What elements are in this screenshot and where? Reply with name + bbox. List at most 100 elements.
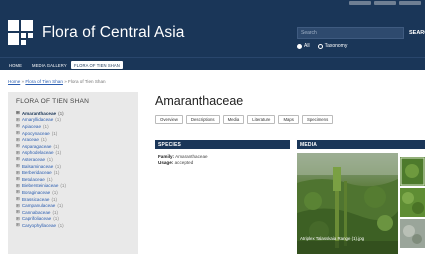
content-tabs: Overview Descriptions Media Literature M… [155,115,334,124]
top-link[interactable] [349,1,371,5]
family-name: Brassicaceae [21,196,50,202]
expand-icon[interactable]: ⊞ [16,137,20,143]
family-name: Apiaceae [21,123,42,129]
usage-row: Usage: accepted [155,160,290,165]
breadcrumb: Home » Flora of Tien Shan » Flora of Tie… [8,79,106,84]
family-name: Asparagaceae [21,143,52,149]
sidebar-family-item[interactable]: ⊞ Balsaminaceae (1) [16,163,130,170]
species-heading: SPECIES [155,140,290,149]
tab-overview[interactable]: Overview [155,115,183,124]
breadcrumb-current: Flora of Tien Shan [68,79,106,84]
expand-icon[interactable]: ⊞ [16,143,20,149]
family-count: (1) [55,163,61,169]
main-nav: HOME MEDIA GALLERY FLORA OF TIEN SHAN [0,57,425,70]
family-name: Amaryllidaceae [21,117,54,123]
sidebar-family-item[interactable]: ⊞ Amaryllidaceae (1) [16,117,130,124]
top-links [349,1,421,5]
family-count: (1) [60,183,67,189]
expand-icon[interactable]: ⊞ [16,110,20,116]
family-count: (1) [53,216,59,222]
sidebar: FLORA OF TIEN SHAN ⊞ Amaranthaceae (1) ⊞ Ama… [8,92,138,254]
radio-taxonomy[interactable]: Taxonomy [317,43,348,49]
family-count: (1) [52,209,59,215]
radio-label: Taxonomy [324,43,348,49]
expand-icon[interactable]: ⊞ [16,196,20,202]
expand-icon[interactable]: ⊞ [16,130,20,136]
family-count: (1) [58,110,64,116]
expand-icon[interactable]: ⊞ [16,183,20,189]
sidebar-family-item[interactable]: ⊞ Berberidaceae (1) [16,169,130,176]
media-panel: MEDIA Atriplex Talasskaia Range (1).jpg [297,140,425,254]
sidebar-family-item[interactable]: ⊞ Campanulaceae (1) [16,202,130,209]
expand-icon[interactable]: ⊞ [16,150,20,156]
sidebar-family-item[interactable]: ⊞ Amaranthaceae (1) [16,110,130,117]
sidebar-family-item[interactable]: ⊞ Brassicaceae (1) [16,196,130,203]
expand-icon[interactable]: ⊞ [16,123,20,129]
family-value: Amaranthaceae [175,154,208,159]
expand-icon[interactable]: ⊞ [16,203,20,209]
breadcrumb-flora[interactable]: Flora of Tien Shan [25,79,63,84]
usage-value: accepted [174,160,194,165]
expand-icon[interactable]: ⊞ [16,189,20,195]
expand-icon[interactable]: ⊞ [16,209,20,215]
nav-home[interactable]: HOME [6,61,25,69]
tab-maps[interactable]: Maps [278,115,299,124]
site-logo-icon[interactable] [8,20,33,45]
expand-icon[interactable]: ⊞ [16,163,20,169]
expand-icon[interactable]: ⊞ [16,176,20,182]
tab-literature[interactable]: Literature [247,115,276,124]
tab-specimens[interactable]: Specimens [301,115,334,124]
family-count: (1) [53,143,60,149]
expand-icon[interactable]: ⊞ [16,156,20,162]
breadcrumb-home[interactable]: Home [8,79,20,84]
sidebar-family-item[interactable]: ⊞ Caprifoliaceae (1) [16,216,130,223]
sidebar-family-item[interactable]: ⊞ Asparagaceae (1) [16,143,130,150]
sidebar-family-item[interactable]: ⊞ Apiaceae (1) [16,123,130,130]
page-title: Amaranthaceae [155,94,244,108]
media-heading: MEDIA [297,140,425,149]
sidebar-family-item[interactable]: ⊞ Boraginaceae (1) [16,189,130,196]
family-count: (1) [55,117,61,123]
family-name: Araceae [21,137,39,143]
radio-all[interactable]: All [297,43,310,49]
expand-icon[interactable]: ⊞ [16,216,20,222]
sidebar-family-item[interactable]: ⊞ Apocynaceae (1) [16,130,130,137]
expand-icon[interactable]: ⊞ [16,170,20,176]
site-header: Flora of Central Asia Search SEARC All T… [0,0,425,57]
top-link[interactable] [399,1,421,5]
family-name: Asphodelaceae [21,150,54,156]
sidebar-family-item[interactable]: ⊞ Asphodelaceae (1) [16,150,130,157]
sidebar-family-item[interactable]: ⊞ Asteraceae (1) [16,156,130,163]
top-link[interactable] [374,1,396,5]
family-name: Caprifoliaceae [21,216,52,222]
tab-descriptions[interactable]: Descriptions [185,115,220,124]
sidebar-family-item[interactable]: ⊞ Caryophyllaceae (1) [16,222,130,229]
sidebar-family-item[interactable]: ⊞ Biebersteiniaceae (1) [16,183,130,190]
media-thumbnail[interactable] [400,219,425,248]
family-name: Betulaceae [21,176,45,182]
nav-media-gallery[interactable]: MEDIA GALLERY [29,61,70,69]
family-count: (1) [58,222,64,228]
family-name: Asteraceae [21,156,46,162]
media-caption: Atriplex Talasskaia Range (1).jpg [300,236,365,241]
sidebar-family-item[interactable]: ⊞ Betulaceae (1) [16,176,130,183]
family-name: Berberidaceae [21,170,52,176]
family-name: Biebersteiniaceae [21,183,59,189]
family-count: (1) [52,189,58,195]
family-name: Boraginaceae [21,189,51,195]
site-title[interactable]: Flora of Central Asia [42,24,185,42]
expand-icon[interactable]: ⊞ [16,222,20,228]
family-row: Family: Amaranthaceae [155,154,290,159]
family-count: (1) [57,203,63,209]
tab-media[interactable]: Media [222,115,245,124]
sidebar-family-item[interactable]: ⊞ Araceae (1) [16,136,130,143]
sidebar-family-item[interactable]: ⊞ Cannabaceae (1) [16,209,130,216]
family-name: Caryophyllaceae [21,222,57,228]
radio-unselected-icon [317,43,323,49]
search-input[interactable]: Search [297,27,404,39]
media-thumbnail[interactable] [400,157,425,186]
search-button[interactable]: SEARC [409,27,425,39]
media-thumbnail[interactable] [400,188,425,217]
expand-icon[interactable]: ⊞ [16,117,20,123]
nav-flora-of-tien-shan[interactable]: FLORA OF TIEN SHAN [71,61,123,69]
